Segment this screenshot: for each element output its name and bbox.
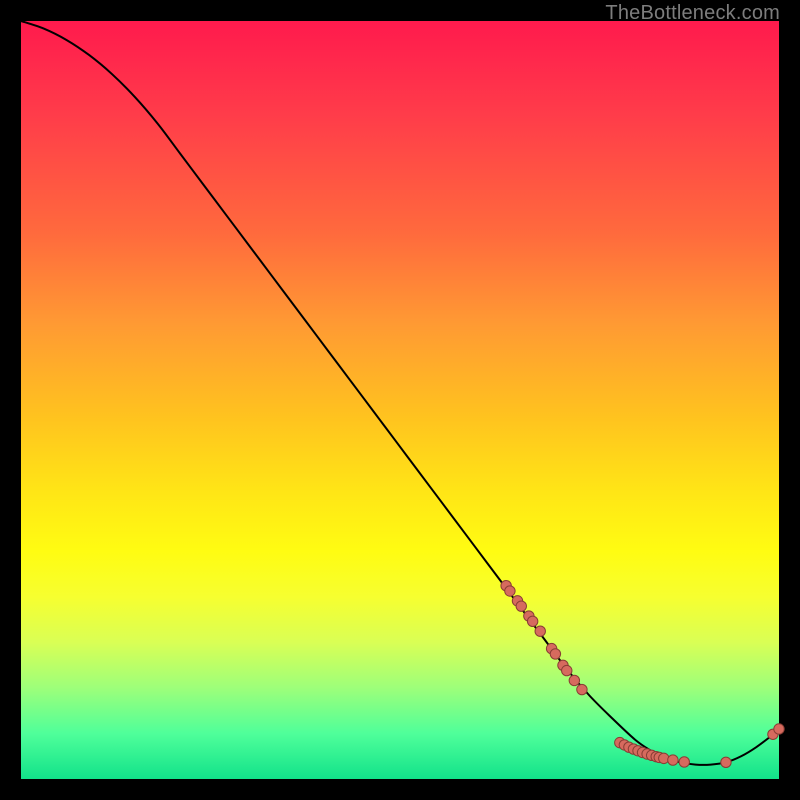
data-marker <box>659 753 669 763</box>
data-marker <box>535 626 545 636</box>
data-marker <box>562 665 572 675</box>
data-marker <box>550 649 560 659</box>
data-marker <box>577 684 587 694</box>
markers-group <box>501 581 784 768</box>
chart-stage: TheBottleneck.com <box>0 0 800 800</box>
bottleneck-curve <box>21 21 779 765</box>
data-marker <box>721 757 731 767</box>
data-marker <box>774 724 784 734</box>
data-marker <box>527 616 537 626</box>
data-marker <box>516 601 526 611</box>
plot-area <box>21 21 779 779</box>
data-marker <box>505 586 515 596</box>
data-marker <box>569 675 579 685</box>
data-marker <box>668 755 678 765</box>
data-marker <box>679 757 689 767</box>
chart-svg <box>21 21 779 779</box>
